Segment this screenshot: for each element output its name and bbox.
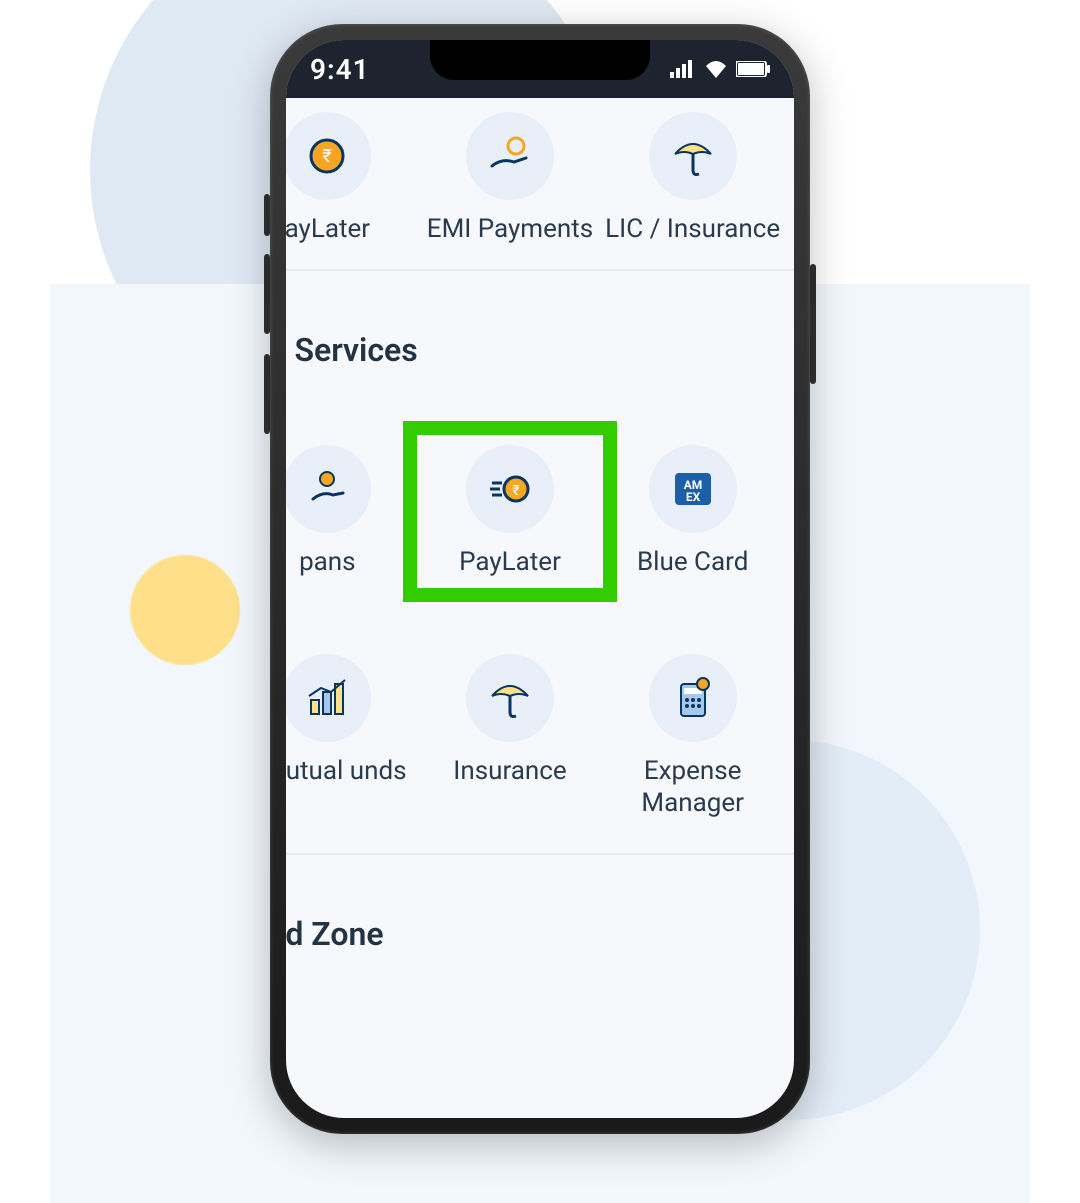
tile-label: PayLater [459,547,561,578]
svg-text:₹: ₹ [323,146,332,167]
bg-circle-yellow [130,555,240,665]
signal-icon [670,60,696,78]
tile-mutual-funds[interactable]: t Mutual unds [286,654,419,818]
phone-side-button [264,194,270,236]
phone-side-button [264,254,270,334]
tile-blue-card[interactable]: AMEX Blue Card [601,445,784,578]
status-time: 9:41 [310,53,370,86]
phone-side-button [264,354,270,434]
tile-label: ayLater [286,214,370,245]
phone-side-button [810,264,816,384]
tile-label: LIC / Insurance [605,214,780,245]
tile-paylater-top[interactable]: ₹ ayLater [286,112,419,245]
calculator-icon [649,654,737,742]
tile-label: EMI Payments [427,214,593,245]
wifi-icon [704,60,728,78]
services-row-1: pans ₹ PayLater AMEX Blue Card [286,399,794,624]
tile-paylater[interactable]: ₹ PayLater [419,445,602,578]
battery-icon [736,61,770,77]
svg-text:EX: EX [685,490,700,504]
section-title-financial-services: cial Services [286,271,794,399]
chart-icon [286,654,371,742]
top-tile-row: ₹ ayLater EMI Payments LI [286,98,794,269]
status-icons [670,60,770,78]
hand-coin-icon [286,445,371,533]
scroll-inner: ₹ ayLater EMI Payments LI [286,98,794,983]
tile-label: Expense Manager [601,756,784,818]
amex-icon: AMEX [649,445,737,533]
umbrella-icon [649,112,737,200]
phone-notch [430,40,650,80]
services-row-2: t Mutual unds Insurance Expense Manager [286,624,794,842]
phone-screen: 9:41 ₹ ayLater [286,40,794,1118]
tile-expense-manager[interactable]: Expense Manager [601,654,784,818]
screen-content: ₹ ayLater EMI Payments LI [286,98,794,1118]
tile-label: pans [299,547,356,578]
section-title-card-zone: Card Zone [286,855,794,983]
coin-icon: ₹ [286,112,371,200]
tile-label: t Mutual unds [286,756,407,787]
hand-coin-icon [466,112,554,200]
tile-insurance[interactable]: Insurance [419,654,602,818]
svg-text:₹: ₹ [512,483,519,499]
tile-label: Insurance [453,756,566,787]
status-bar: 9:41 [286,40,794,98]
tile-lic-insurance[interactable]: LIC / Insurance [601,112,784,245]
tile-emi-payments[interactable]: EMI Payments [419,112,602,245]
tile-loans[interactable]: pans [286,445,419,578]
coin-speed-icon: ₹ [466,445,554,533]
phone-frame: 9:41 ₹ ayLater [270,24,810,1134]
tile-label: Blue Card [637,547,748,578]
umbrella-icon [466,654,554,742]
